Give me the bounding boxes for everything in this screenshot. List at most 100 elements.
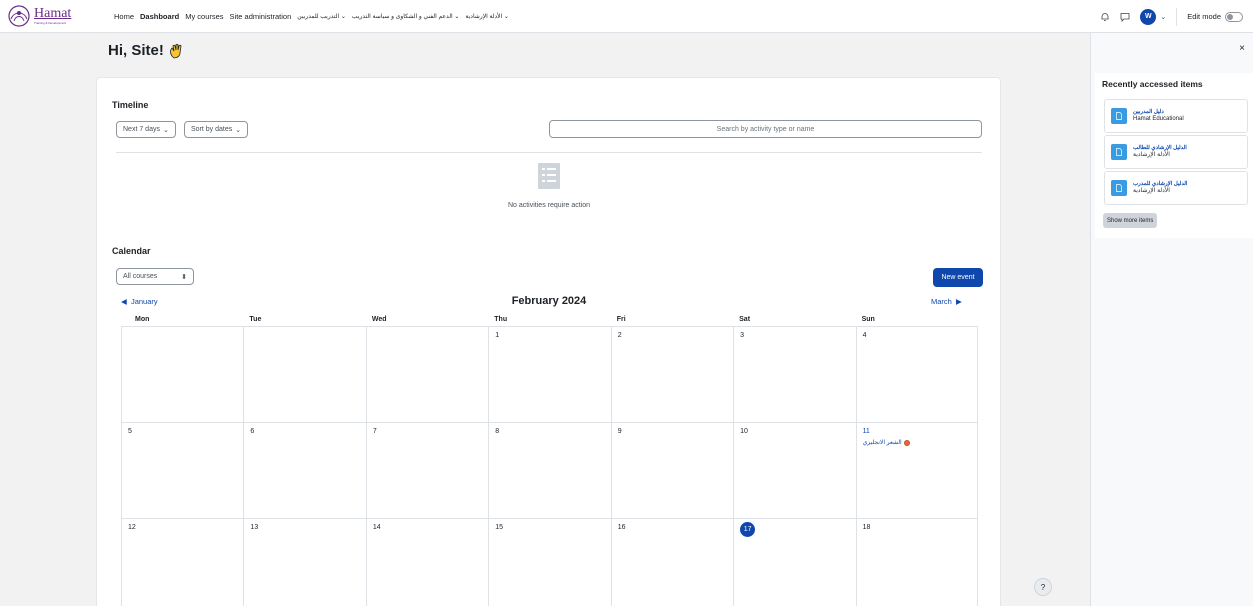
- recent-item-course: الأدلة الإرشادية: [1133, 151, 1170, 158]
- recent-items-title: Recently accessed items: [1102, 79, 1203, 89]
- timeline-sort-dropdown[interactable]: Sort by dates ⌄: [184, 121, 249, 138]
- calendar-day-cell[interactable]: 3: [733, 327, 855, 422]
- weekday-label: Thu: [494, 316, 508, 323]
- calendar-day-cell[interactable]: 13: [243, 519, 365, 606]
- recent-item[interactable]: الدليل الإرشادي للمدرب الأدلة الإرشادية: [1104, 171, 1248, 205]
- recent-item-title: دليل المدربين: [1133, 109, 1164, 116]
- nav-support-menu[interactable]: الدعم الفني و الشكاوى و سياسة التدريب: [352, 13, 459, 20]
- timeline-sort-label: Sort by dates: [191, 126, 233, 133]
- day-number: 8: [495, 428, 500, 435]
- close-drawer-icon[interactable]: ×: [1239, 43, 1245, 54]
- calendar-heading: Calendar: [112, 246, 151, 256]
- arrow-left-icon: ◀: [121, 297, 127, 306]
- timeline-filter-label: Next 7 days: [123, 126, 160, 133]
- previous-month-label: January: [130, 297, 158, 306]
- day-number: 2: [617, 332, 622, 339]
- calendar-day-cell[interactable]: 8: [488, 423, 610, 518]
- next-month-link[interactable]: March ▶: [931, 297, 962, 306]
- waving-hand-icon: [169, 43, 182, 58]
- file-resource-icon: [1111, 180, 1127, 196]
- day-number: 18: [862, 524, 871, 531]
- chevron-down-icon: ⌄: [235, 126, 242, 134]
- dashboard-card: Timeline Next 7 days ⌄ Sort by dates ⌄ S…: [96, 77, 1001, 606]
- navbar-divider: [1176, 7, 1178, 26]
- timeline-search-input[interactable]: Search by activity type or name: [549, 120, 982, 138]
- calendar-day-cell[interactable]: 14: [365, 519, 488, 606]
- calendar-day-cell-with-event[interactable]: 11 الشعر الانجليزي: [855, 423, 978, 518]
- primary-navigation: Home Dashboard My courses Site administr…: [114, 12, 509, 21]
- previous-month-link[interactable]: ◀ January: [121, 297, 158, 306]
- calendar-day-cell[interactable]: 5: [121, 423, 243, 518]
- calendar-day-cell[interactable]: 10: [733, 423, 855, 518]
- day-number: 3: [740, 332, 745, 339]
- notifications-bell-icon[interactable]: [1100, 12, 1110, 22]
- new-event-button[interactable]: New event: [933, 268, 983, 287]
- user-menu-chevron-icon[interactable]: ⌄: [1160, 13, 1166, 21]
- day-number: 9: [617, 428, 622, 435]
- site-logo[interactable]: Hamat Training & Development: [6, 5, 92, 27]
- recent-item[interactable]: دليل المدربين Hamat Educational: [1104, 99, 1248, 133]
- calendar-day-cell[interactable]: 16: [610, 519, 733, 606]
- calendar-course-select[interactable]: All courses ⬍: [116, 268, 194, 285]
- recent-item-course: الأدلة الإرشادية: [1133, 187, 1170, 194]
- calendar-day-cell[interactable]: 6: [243, 423, 365, 518]
- nav-site-administration[interactable]: Site administration: [230, 12, 292, 21]
- user-avatar[interactable]: W: [1140, 8, 1157, 25]
- edit-mode-toggle[interactable]: [1225, 11, 1243, 22]
- today-marker: 17: [740, 522, 756, 537]
- calendar-day-cell[interactable]: 15: [488, 519, 610, 606]
- arrow-right-icon: ▶: [956, 297, 962, 306]
- calendar-day-cell[interactable]: 4: [855, 327, 978, 422]
- calendar-day-cell[interactable]: 12: [121, 519, 243, 606]
- right-block-drawer: × Recently accessed items دليل المدربين …: [1090, 33, 1253, 606]
- help-button[interactable]: ?: [1034, 578, 1052, 596]
- calendar-day-cell: [365, 327, 488, 422]
- greeting-text: Hi, Site!: [108, 42, 164, 59]
- calendar-day-cell-today[interactable]: 17: [733, 519, 855, 606]
- calendar-day-cell[interactable]: 7: [365, 423, 488, 518]
- weekday-label: Tue: [249, 316, 262, 323]
- nav-trainers-menu[interactable]: التدريب للمدربين: [297, 13, 346, 20]
- calendar-week-row: 12 13 14 15 16 17 18: [121, 519, 978, 606]
- nav-guides-menu[interactable]: الأدلة الإرشادية: [465, 13, 509, 20]
- show-more-items-button[interactable]: Show more items: [1103, 213, 1158, 228]
- timeline-empty-message: No activities require action: [507, 202, 591, 209]
- timeline-filter-dropdown[interactable]: Next 7 days ⌄: [116, 121, 176, 138]
- nav-my-courses[interactable]: My courses: [185, 12, 223, 21]
- calendar-event[interactable]: الشعر الانجليزي: [863, 439, 971, 446]
- calendar-weekday-header: Mon Tue Wed Thu Fri Sat Sun: [121, 313, 978, 327]
- next-month-label: March: [931, 297, 952, 306]
- calendar-day-cell[interactable]: 9: [610, 423, 733, 518]
- recent-item[interactable]: الدليل الإرشادي للطالب الأدلة الإرشادية: [1104, 135, 1248, 169]
- nav-dashboard[interactable]: Dashboard: [140, 12, 179, 21]
- recent-item-title: الدليل الإرشادي للمدرب: [1133, 181, 1188, 188]
- weekday-label: Fri: [616, 316, 626, 323]
- calendar-day-cell[interactable]: 2: [610, 327, 733, 422]
- calendar-day-cell[interactable]: 18: [855, 519, 978, 606]
- day-number: 10: [740, 428, 748, 435]
- nav-home[interactable]: Home: [114, 12, 134, 21]
- edit-mode-switch[interactable]: Edit mode: [1187, 11, 1243, 22]
- recent-item-course: Hamat Educational: [1133, 115, 1184, 122]
- select-arrows-icon: ⬍: [181, 273, 187, 281]
- top-navbar: Hamat Training & Development Home Dashbo…: [0, 0, 1253, 33]
- day-number-link[interactable]: 11: [863, 428, 870, 435]
- chevron-down-icon: ⌄: [162, 126, 169, 134]
- day-number: 13: [250, 524, 259, 531]
- search-placeholder: Search by activity type or name: [716, 125, 815, 133]
- brand-name: Hamat: [34, 6, 72, 21]
- calendar-grid: Mon Tue Wed Thu Fri Sat Sun 1 2 3 4 5 6 …: [121, 313, 978, 606]
- calendar-week-row: 5 6 7 8 9 10 11 الشعر الانجليزي: [121, 423, 978, 519]
- timeline-heading: Timeline: [112, 100, 149, 110]
- day-number: 15: [495, 524, 504, 531]
- recent-item-title: الدليل الإرشادي للطالب: [1133, 145, 1187, 152]
- hamat-logo-icon: [8, 5, 30, 27]
- calendar-day-cell[interactable]: 1: [488, 327, 610, 422]
- messages-icon[interactable]: [1120, 12, 1130, 22]
- event-label: الشعر الانجليزي: [862, 440, 902, 446]
- day-number: 14: [372, 524, 381, 531]
- empty-activities-icon: [538, 163, 560, 189]
- page-greeting: Hi, Site!: [108, 42, 184, 59]
- day-number: 4: [862, 332, 867, 339]
- day-number: 5: [128, 428, 132, 435]
